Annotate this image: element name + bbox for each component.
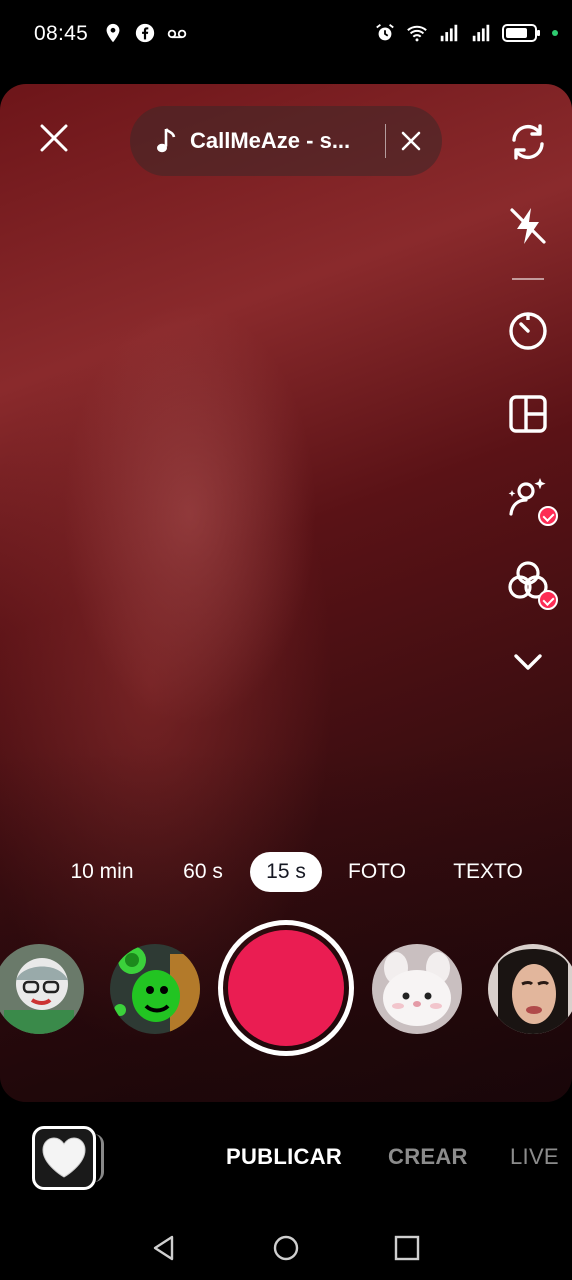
home-icon[interactable]	[272, 1234, 300, 1262]
effect-thumbnail[interactable]	[488, 944, 572, 1034]
system-nav-bar	[0, 1212, 572, 1280]
effect-thumbnail[interactable]	[110, 944, 200, 1034]
mode-photo[interactable]: FOTO	[340, 852, 414, 892]
voicemail-icon	[167, 29, 187, 39]
filters-badge	[538, 590, 558, 610]
signal-icon-2	[472, 24, 490, 42]
tool-separator	[512, 278, 544, 280]
location-pin-icon	[106, 23, 120, 43]
duration-60s[interactable]: 60 s	[174, 852, 232, 892]
effect-bunny-icon	[372, 944, 462, 1034]
filters-button[interactable]	[504, 558, 558, 610]
duration-10min[interactable]: 10 min	[62, 852, 142, 892]
layout-icon	[509, 395, 547, 433]
record-button[interactable]	[228, 930, 344, 1046]
green-dot-indicator	[552, 30, 558, 36]
beauty-button[interactable]	[504, 474, 558, 526]
flash-button[interactable]	[504, 202, 552, 250]
recents-icon[interactable]	[393, 1234, 421, 1262]
tab-publicar[interactable]: PUBLICAR	[226, 1144, 342, 1170]
sound-title: CallMeAze - s...	[190, 128, 351, 153]
gallery-stack	[92, 1134, 104, 1182]
beauty-badge	[538, 506, 558, 526]
chevron-down-icon	[514, 654, 542, 670]
timer-icon	[509, 312, 547, 350]
flip-camera-button[interactable]	[504, 118, 552, 166]
more-tools-button[interactable]	[504, 638, 552, 686]
flip-camera-icon	[512, 124, 544, 160]
duration-selector: 10 min 60 s 15 s FOTO TEXTO	[0, 848, 572, 896]
tab-live[interactable]: LIVE	[510, 1144, 559, 1170]
wifi-icon	[407, 25, 427, 42]
remove-sound-icon[interactable]	[400, 130, 422, 152]
alarm-icon	[376, 24, 394, 41]
divider	[385, 124, 386, 158]
add-sound-pill[interactable]: CallMeAze - s...	[130, 106, 442, 176]
signal-icon	[440, 24, 458, 42]
tab-crear[interactable]: CREAR	[388, 1144, 468, 1170]
layout-button[interactable]	[504, 390, 552, 438]
duration-15s[interactable]: 15 s	[250, 852, 322, 892]
effect-thumbnail[interactable]	[372, 944, 462, 1034]
heart-icon	[42, 1137, 86, 1178]
status-bar: 08:45	[0, 0, 572, 70]
flash-off-icon	[510, 208, 546, 244]
close-icon[interactable]	[38, 122, 70, 154]
mode-text[interactable]: TEXTO	[444, 852, 532, 892]
effect-face-icon	[488, 944, 572, 1034]
battery-icon	[502, 24, 540, 42]
effect-alien-icon	[110, 944, 200, 1034]
back-icon[interactable]	[150, 1234, 178, 1262]
bottom-bar: PUBLICAR CREAR LIVE	[0, 1102, 572, 1212]
facebook-icon	[135, 23, 155, 43]
gallery-button[interactable]	[32, 1126, 96, 1190]
timer-button[interactable]	[504, 306, 552, 354]
status-time: 08:45	[34, 22, 89, 45]
music-note-icon	[157, 128, 176, 153]
